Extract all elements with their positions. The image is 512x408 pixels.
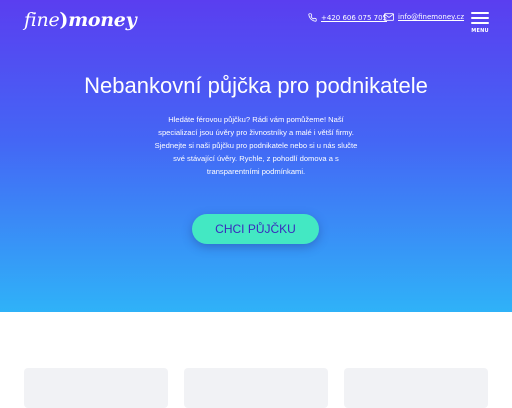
hero-section: fine)money +420 606 075 705 info@finemon… [0,0,512,312]
email-link[interactable]: info@finemoney.cz [398,13,464,21]
hero-description: Hledáte férovou půjčku? Rádi vám pomůžem… [136,113,376,178]
chci-pujcku-button[interactable]: CHCI PŮJČKU [192,214,319,244]
phone-contact[interactable]: +420 606 075 705 [308,13,387,22]
phone-link[interactable]: +420 606 075 705 [321,14,387,22]
description-line: Hledáte férovou půjčku? Rádi vám pomůžem… [168,115,344,124]
envelope-icon [384,13,394,21]
description-line: své stávající úvěry. Rychle, z pohodlí d… [173,154,339,163]
hamburger-icon-bar [471,22,489,24]
finemoney-logo[interactable]: fine)money [24,9,137,31]
info-card[interactable] [344,368,488,408]
page-title: Nebankovní půjčka pro podnikatele [84,73,428,98]
cards-section [0,312,512,408]
info-card[interactable] [24,368,168,408]
description-line: Sjednejte si naši půjčku pro podnikatele… [154,141,358,150]
info-card[interactable] [184,368,328,408]
menu-label: MENU [471,28,489,34]
phone-icon [308,13,317,22]
logo-text-fine: fine [24,9,60,31]
logo-paren: ) [59,9,69,31]
logo-text-money: money [68,9,137,31]
menu-button[interactable]: MENU [470,12,490,36]
hamburger-icon-bar [471,17,489,19]
email-contact[interactable]: info@finemoney.cz [384,13,464,21]
description-line: transparentními podmínkami. [206,167,306,176]
description-line: specializací jsou úvěry pro živnostníky … [158,128,354,137]
hamburger-icon [471,12,489,14]
